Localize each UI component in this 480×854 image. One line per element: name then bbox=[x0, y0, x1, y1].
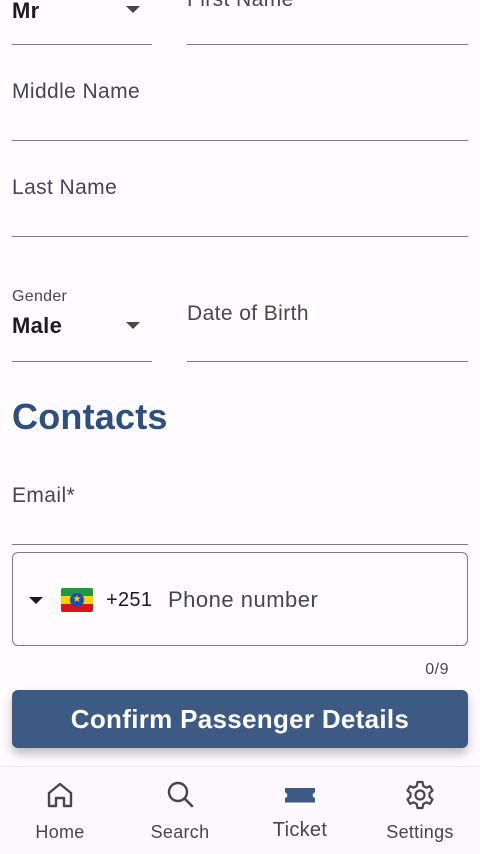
ticket-icon bbox=[285, 788, 315, 803]
gender-dropdown[interactable]: Gender Male bbox=[12, 280, 152, 362]
title-underline bbox=[12, 43, 152, 45]
gender-value: Male bbox=[12, 313, 63, 338]
title-value: Mr bbox=[12, 0, 40, 23]
email-field[interactable]: Email* bbox=[12, 464, 468, 545]
middle-name-field[interactable]: Middle Name bbox=[12, 60, 468, 141]
country-picker-caret-icon[interactable] bbox=[29, 597, 43, 604]
first-name-field[interactable]: First Name bbox=[187, 0, 468, 45]
chevron-down-icon bbox=[126, 322, 140, 329]
nav-item-search[interactable]: Search bbox=[120, 767, 240, 854]
date-of-birth-underline bbox=[187, 360, 468, 362]
dial-code: +251 bbox=[106, 589, 153, 611]
nav-item-home[interactable]: Home bbox=[0, 767, 120, 854]
nav-label-search: Search bbox=[150, 822, 210, 842]
email-underline bbox=[12, 543, 468, 545]
nav-item-settings[interactable]: Settings bbox=[360, 767, 480, 854]
first-name-label: First Name bbox=[187, 0, 294, 12]
passenger-details-screen: Mr First Name Middle Name Last Name Gend… bbox=[0, 0, 480, 854]
ethiopia-flag-icon[interactable]: ★ bbox=[61, 588, 93, 612]
gender-label: Gender bbox=[12, 288, 68, 305]
phone-number-placeholder: Phone number bbox=[168, 587, 319, 612]
title-dropdown[interactable]: Mr bbox=[12, 0, 152, 45]
last-name-underline bbox=[12, 235, 468, 237]
last-name-label: Last Name bbox=[12, 176, 118, 199]
phone-character-counter: 0/9 bbox=[425, 661, 449, 678]
date-of-birth-label: Date of Birth bbox=[187, 302, 309, 325]
date-of-birth-field[interactable]: Date of Birth bbox=[187, 280, 468, 362]
email-label: Email* bbox=[12, 484, 76, 507]
search-icon bbox=[167, 781, 194, 808]
nav-label-settings: Settings bbox=[386, 822, 454, 842]
nav-item-ticket[interactable]: Ticket bbox=[240, 767, 360, 854]
nav-label-home: Home bbox=[35, 822, 85, 842]
middle-name-underline bbox=[12, 139, 468, 141]
bottom-navigation-bar: Home Search Ticket Settings bbox=[0, 766, 480, 854]
last-name-field[interactable]: Last Name bbox=[12, 156, 468, 237]
confirm-passenger-details-button[interactable]: Confirm Passenger Details bbox=[12, 690, 468, 748]
nav-label-ticket: Ticket bbox=[272, 819, 328, 841]
first-name-underline bbox=[187, 43, 468, 45]
gender-underline bbox=[12, 360, 152, 362]
chevron-down-icon bbox=[126, 6, 140, 13]
home-icon bbox=[47, 782, 73, 808]
phone-number-field[interactable]: ★ +251 Phone number bbox=[12, 552, 468, 646]
middle-name-label: Middle Name bbox=[12, 80, 141, 103]
contacts-section-title: Contacts bbox=[12, 396, 168, 437]
gear-icon bbox=[406, 780, 434, 810]
